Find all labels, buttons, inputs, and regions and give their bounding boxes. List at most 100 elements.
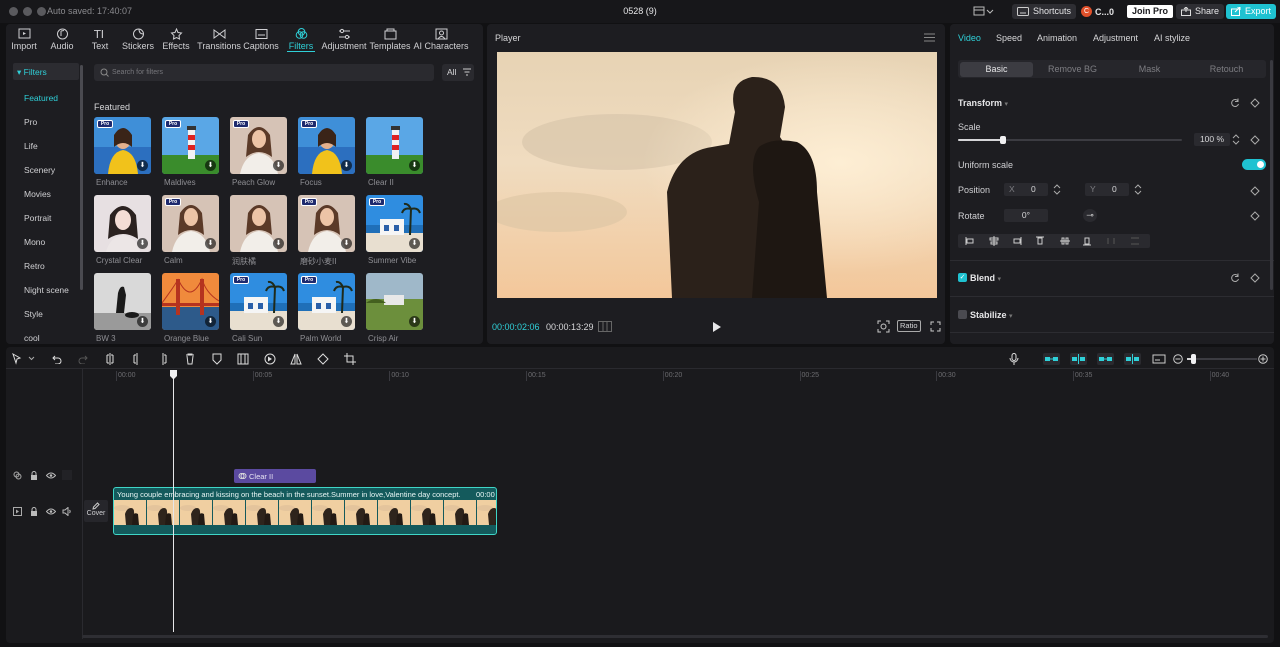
zoom-slider[interactable] bbox=[1187, 354, 1257, 364]
delete-icon[interactable] bbox=[185, 353, 195, 365]
toolbar-adjustment-button[interactable]: Adjustment bbox=[321, 24, 367, 52]
filter-thumbnail[interactable]: Pro ⬇ bbox=[162, 195, 219, 252]
download-icon[interactable]: ⬇ bbox=[205, 238, 216, 249]
fit-screen-icon[interactable] bbox=[877, 320, 890, 333]
inspector-tab-animation[interactable]: Animation bbox=[1037, 33, 1077, 43]
split-icon[interactable] bbox=[105, 353, 115, 365]
keyframe-blend-icon[interactable] bbox=[1250, 273, 1260, 283]
filter-thumbnail[interactable]: Pro ⬇ bbox=[94, 117, 151, 174]
filter-thumbnail[interactable]: Pro ⬇ bbox=[298, 117, 355, 174]
transform-section-title[interactable]: Transform ▾ bbox=[958, 98, 1008, 108]
toolbar-stickers-button[interactable]: Stickers bbox=[118, 24, 158, 52]
toolbar-transitions-button[interactable]: Transitions bbox=[194, 24, 244, 52]
position-y-stepper-icon[interactable] bbox=[1134, 183, 1142, 196]
scale-input[interactable]: 100 % bbox=[1194, 133, 1230, 146]
inspector-subtab-mask[interactable]: Mask bbox=[1112, 62, 1187, 77]
zoom-in-icon[interactable] bbox=[1258, 354, 1268, 364]
filter-thumbnail[interactable]: Pro ⬇ bbox=[298, 273, 355, 330]
download-icon[interactable]: ⬇ bbox=[341, 238, 352, 249]
filter-thumbnail[interactable]: ⬇ bbox=[94, 273, 151, 330]
toolbar-import-button[interactable]: Import bbox=[4, 24, 44, 52]
video-clip[interactable]: Young couple embracing and kissing on th… bbox=[113, 487, 497, 535]
filter-all-dropdown[interactable]: All bbox=[442, 64, 474, 81]
rotate-input[interactable]: 0° bbox=[1004, 209, 1048, 222]
download-icon[interactable]: ⬇ bbox=[273, 316, 284, 327]
keyframe-transform-icon[interactable] bbox=[1250, 98, 1260, 108]
ratio-button[interactable]: Ratio bbox=[897, 320, 921, 332]
rotate-clip-icon[interactable] bbox=[317, 353, 329, 365]
inspector-scrollbar[interactable] bbox=[1270, 60, 1273, 290]
position-x-stepper-icon[interactable] bbox=[1053, 183, 1061, 196]
zoom-slider-handle[interactable] bbox=[1191, 354, 1196, 364]
player-menu-icon[interactable] bbox=[924, 33, 935, 42]
download-icon[interactable]: ⬇ bbox=[137, 160, 148, 171]
toolbar-effects-button[interactable]: Effects bbox=[156, 24, 196, 52]
keyframe-rotate-icon[interactable] bbox=[1250, 211, 1260, 221]
eye-icon[interactable] bbox=[46, 508, 56, 515]
filter-category-movies[interactable]: Movies bbox=[24, 189, 51, 199]
blend-checkbox[interactable]: ✓ bbox=[958, 273, 967, 282]
filters-category-header[interactable]: ▾ Filters bbox=[13, 63, 79, 80]
blend-section-title[interactable]: Blend ▾ bbox=[970, 273, 1001, 283]
undo-icon[interactable] bbox=[52, 354, 62, 364]
linkage-button[interactable] bbox=[1097, 353, 1114, 365]
toolbar-captions-button[interactable]: Captions bbox=[241, 24, 281, 52]
filter-thumbnail[interactable]: Pro ⬇ bbox=[230, 117, 287, 174]
split-left-icon[interactable] bbox=[132, 353, 142, 365]
keyframe-scale-icon[interactable] bbox=[1250, 135, 1260, 145]
select-tool-icon[interactable] bbox=[12, 353, 36, 365]
uniform-scale-toggle[interactable] bbox=[1242, 159, 1266, 170]
keyframe-position-icon[interactable] bbox=[1250, 186, 1260, 196]
filter-category-portrait[interactable]: Portrait bbox=[24, 213, 51, 223]
filter-category-mono[interactable]: Mono bbox=[24, 237, 45, 247]
export-button[interactable]: Export bbox=[1226, 4, 1277, 19]
filter-thumbnail[interactable]: ⬇ bbox=[94, 195, 151, 252]
filter-category-night-scene[interactable]: Night scene bbox=[24, 285, 69, 295]
playhead-handle-icon[interactable] bbox=[169, 370, 178, 380]
cover-button[interactable]: Cover bbox=[84, 500, 108, 522]
user-account-button[interactable]: C C...0 bbox=[1081, 4, 1114, 19]
toolbar-audio-button[interactable]: Audio bbox=[42, 24, 82, 52]
toolbar-ai-characters-button[interactable]: AI Characters bbox=[413, 24, 469, 52]
microphone-icon[interactable] bbox=[1009, 353, 1019, 365]
download-icon[interactable]: ⬇ bbox=[205, 316, 216, 327]
inspector-tab-video[interactable]: Video bbox=[958, 33, 981, 43]
scale-slider[interactable] bbox=[958, 135, 1182, 145]
filter-thumbnail[interactable]: ⬇ bbox=[230, 195, 287, 252]
filter-category-cool[interactable]: cool bbox=[24, 333, 40, 343]
inspector-subtab-basic[interactable]: Basic bbox=[960, 62, 1033, 77]
eye-icon[interactable] bbox=[46, 472, 56, 479]
download-icon[interactable]: ⬇ bbox=[409, 316, 420, 327]
position-x-input[interactable]: X 0 bbox=[1004, 183, 1048, 196]
video-preview[interactable] bbox=[497, 52, 937, 298]
crop-icon[interactable] bbox=[344, 353, 356, 365]
lock-icon[interactable] bbox=[30, 507, 38, 516]
download-icon[interactable]: ⬇ bbox=[273, 160, 284, 171]
filter-thumbnail[interactable]: Pro ⬇ bbox=[230, 273, 287, 330]
freeze-frame-icon[interactable] bbox=[237, 353, 249, 365]
filter-category-scenery[interactable]: Scenery bbox=[24, 165, 55, 175]
scale-slider-handle[interactable] bbox=[999, 136, 1006, 144]
stabilize-checkbox[interactable] bbox=[958, 310, 967, 319]
download-icon[interactable]: ⬇ bbox=[409, 238, 420, 249]
inspector-subtab-remove-bg[interactable]: Remove BG bbox=[1035, 62, 1110, 77]
reset-transform-icon[interactable] bbox=[1230, 98, 1240, 108]
filter-thumbnail[interactable]: Pro ⬇ bbox=[162, 117, 219, 174]
download-icon[interactable]: ⬇ bbox=[341, 316, 352, 327]
filter-category-pro[interactable]: Pro bbox=[24, 117, 37, 127]
mark-icon[interactable] bbox=[212, 353, 222, 365]
caption-track-icon[interactable] bbox=[1152, 353, 1166, 365]
filter-category-featured[interactable]: Featured bbox=[24, 93, 58, 103]
download-icon[interactable]: ⬇ bbox=[137, 316, 148, 327]
rotate-dial[interactable]: ⊸ bbox=[1083, 209, 1097, 222]
reset-blend-icon[interactable] bbox=[1230, 273, 1240, 283]
preview-axis-button[interactable] bbox=[1124, 353, 1141, 365]
shortcuts-button[interactable]: Shortcuts bbox=[1012, 4, 1077, 19]
download-icon[interactable]: ⬇ bbox=[205, 160, 216, 171]
toolbar-text-button[interactable]: TI Text bbox=[80, 24, 120, 52]
speaker-icon[interactable] bbox=[62, 507, 72, 516]
inspector-subtab-retouch[interactable]: Retouch bbox=[1189, 62, 1264, 77]
layout-menu-button[interactable] bbox=[972, 5, 994, 18]
reverse-icon[interactable] bbox=[264, 353, 276, 365]
download-icon[interactable]: ⬇ bbox=[409, 160, 420, 171]
